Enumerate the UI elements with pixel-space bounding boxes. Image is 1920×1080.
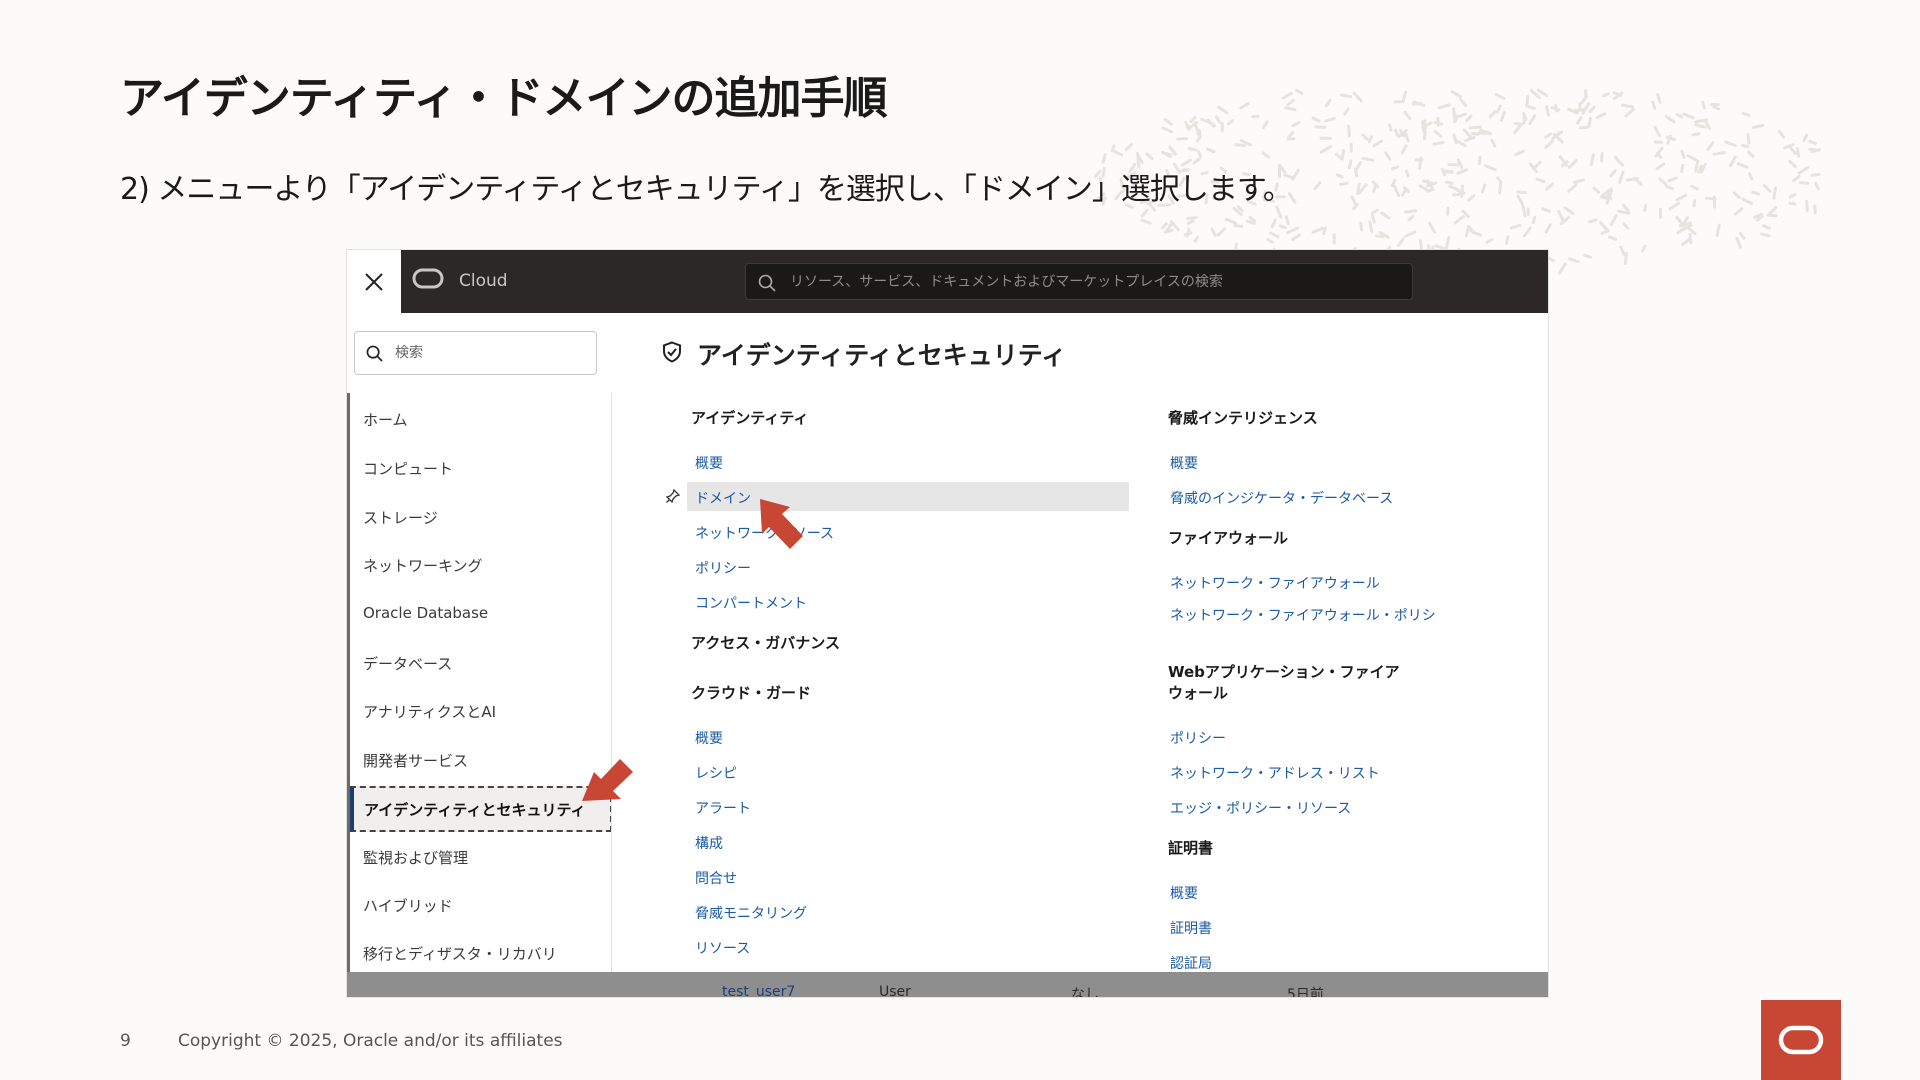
- close-icon: [365, 272, 383, 291]
- section-heading-waf: Webアプリケーション・ファイア: [1168, 663, 1400, 681]
- background-table-row: test_user7 User なし 5日前: [347, 972, 1548, 997]
- pin-icon: [666, 489, 680, 503]
- sidebar-item-networking[interactable]: ネットワーキング: [363, 555, 483, 576]
- page-number: 9: [120, 1031, 131, 1051]
- link-queries[interactable]: 問合せ: [695, 868, 737, 888]
- sidebar-item-storage[interactable]: ストレージ: [363, 507, 438, 528]
- cell-type: User: [879, 984, 911, 997]
- console-search-input[interactable]: [790, 264, 1390, 299]
- slide-title: アイデンティティ・ドメインの追加手順: [120, 73, 888, 124]
- sidebar-item-migration[interactable]: 移行とディザスタ・リカバリ: [363, 943, 557, 964]
- link-compartments[interactable]: コンパートメント: [695, 593, 807, 613]
- close-menu-button[interactable]: [347, 250, 401, 313]
- link-guard-overview[interactable]: 概要: [695, 728, 723, 748]
- sidebar: ホーム コンピュート ストレージ ネットワーキング Oracle Databas…: [347, 393, 612, 997]
- oracle-logo-badge: [1761, 1000, 1841, 1080]
- cell-user: test_user7: [722, 984, 796, 997]
- section-heading-waf-line2: ウォール: [1168, 684, 1229, 702]
- sidebar-item-developer-services[interactable]: 開発者サービス: [363, 750, 468, 771]
- sidebar-item-label: アイデンティティとセキュリティ: [364, 801, 586, 819]
- link-threat-monitoring[interactable]: 脅威モニタリング: [695, 903, 807, 923]
- slide-subtitle: 2) メニューより「アイデンティティとセキュリティ」を選択し、「ドメイン」選択し…: [120, 172, 1293, 207]
- link-network-address-lists[interactable]: ネットワーク・アドレス・リスト: [1170, 763, 1380, 783]
- link-policies[interactable]: ポリシー: [695, 558, 751, 578]
- link-configuration[interactable]: 構成: [695, 833, 723, 853]
- callout-arrow-domain: [760, 499, 803, 549]
- console-brand: Cloud: [459, 271, 508, 291]
- link-certificate-authorities[interactable]: 認証局: [1170, 953, 1212, 973]
- link-alerts[interactable]: アラート: [695, 798, 751, 818]
- link-waf-policies[interactable]: ポリシー: [1170, 728, 1226, 748]
- copyright: Copyright © 2025, Oracle and/or its affi…: [178, 1031, 563, 1051]
- cell-time: 5日前: [1287, 987, 1324, 997]
- link-domains[interactable]: ドメイン: [695, 488, 751, 508]
- link-threat-indicator-db[interactable]: 脅威のインジケータ・データベース: [1170, 488, 1393, 508]
- section-heading-access-governance[interactable]: アクセス・ガバナンス: [691, 633, 840, 654]
- link-edge-policy-resources[interactable]: エッジ・ポリシー・リソース: [1170, 798, 1351, 818]
- section-heading-certificates: 証明書: [1168, 839, 1214, 857]
- cell-status: なし: [1071, 987, 1099, 997]
- link-network-firewall[interactable]: ネットワーク・ファイアウォール: [1170, 573, 1380, 593]
- section-heading-threat-intelligence: 脅威インテリジェンス: [1168, 409, 1318, 427]
- search-icon: [758, 274, 776, 292]
- section-heading-cloud-guard: クラウド・ガード: [691, 684, 812, 702]
- sidebar-item-oracle-database[interactable]: Oracle Database: [363, 604, 488, 622]
- sidebar-item-databases[interactable]: データベース: [363, 653, 452, 674]
- link-threat-overview[interactable]: 概要: [1170, 453, 1198, 473]
- section-heading-firewall: ファイアウォール: [1168, 529, 1289, 547]
- link-network-firewall-policy[interactable]: ネットワーク・ファイアウォール・ポリシ: [1170, 605, 1436, 625]
- search-icon: [366, 345, 383, 362]
- sidebar-item-analytics-ai[interactable]: アナリティクスとAI: [363, 701, 496, 722]
- link-certificates[interactable]: 証明書: [1170, 918, 1212, 938]
- shield-icon: [663, 341, 681, 363]
- link-resources[interactable]: リソース: [695, 938, 750, 958]
- console-search[interactable]: [745, 263, 1413, 300]
- console-screenshot: Cloud ホーム コンピュート ストレージ ネットワーキング Oracle D…: [347, 250, 1548, 997]
- sidebar-search[interactable]: [354, 331, 597, 375]
- sidebar-item-hybrid[interactable]: ハイブリッド: [363, 895, 453, 916]
- link-identity-overview[interactable]: 概要: [695, 453, 723, 473]
- callout-arrow-sidebar: [582, 759, 633, 801]
- link-recipes[interactable]: レシピ: [695, 763, 737, 783]
- oracle-logo-icon: [1778, 1025, 1824, 1055]
- sidebar-item-compute[interactable]: コンピュート: [363, 458, 453, 479]
- highlighted-row: [687, 482, 1129, 511]
- sidebar-item-home[interactable]: ホーム: [363, 409, 408, 430]
- section-heading-identity: アイデンティティ: [691, 409, 809, 427]
- page-title: アイデンティティとセキュリティ: [697, 341, 1067, 370]
- oracle-logo-icon: [412, 268, 444, 289]
- link-cert-overview[interactable]: 概要: [1170, 883, 1198, 903]
- sidebar-item-observability[interactable]: 監視および管理: [363, 847, 468, 868]
- sidebar-search-input[interactable]: [395, 332, 585, 374]
- sidebar-item-identity-security[interactable]: アイデンティティとセキュリティ: [350, 786, 611, 832]
